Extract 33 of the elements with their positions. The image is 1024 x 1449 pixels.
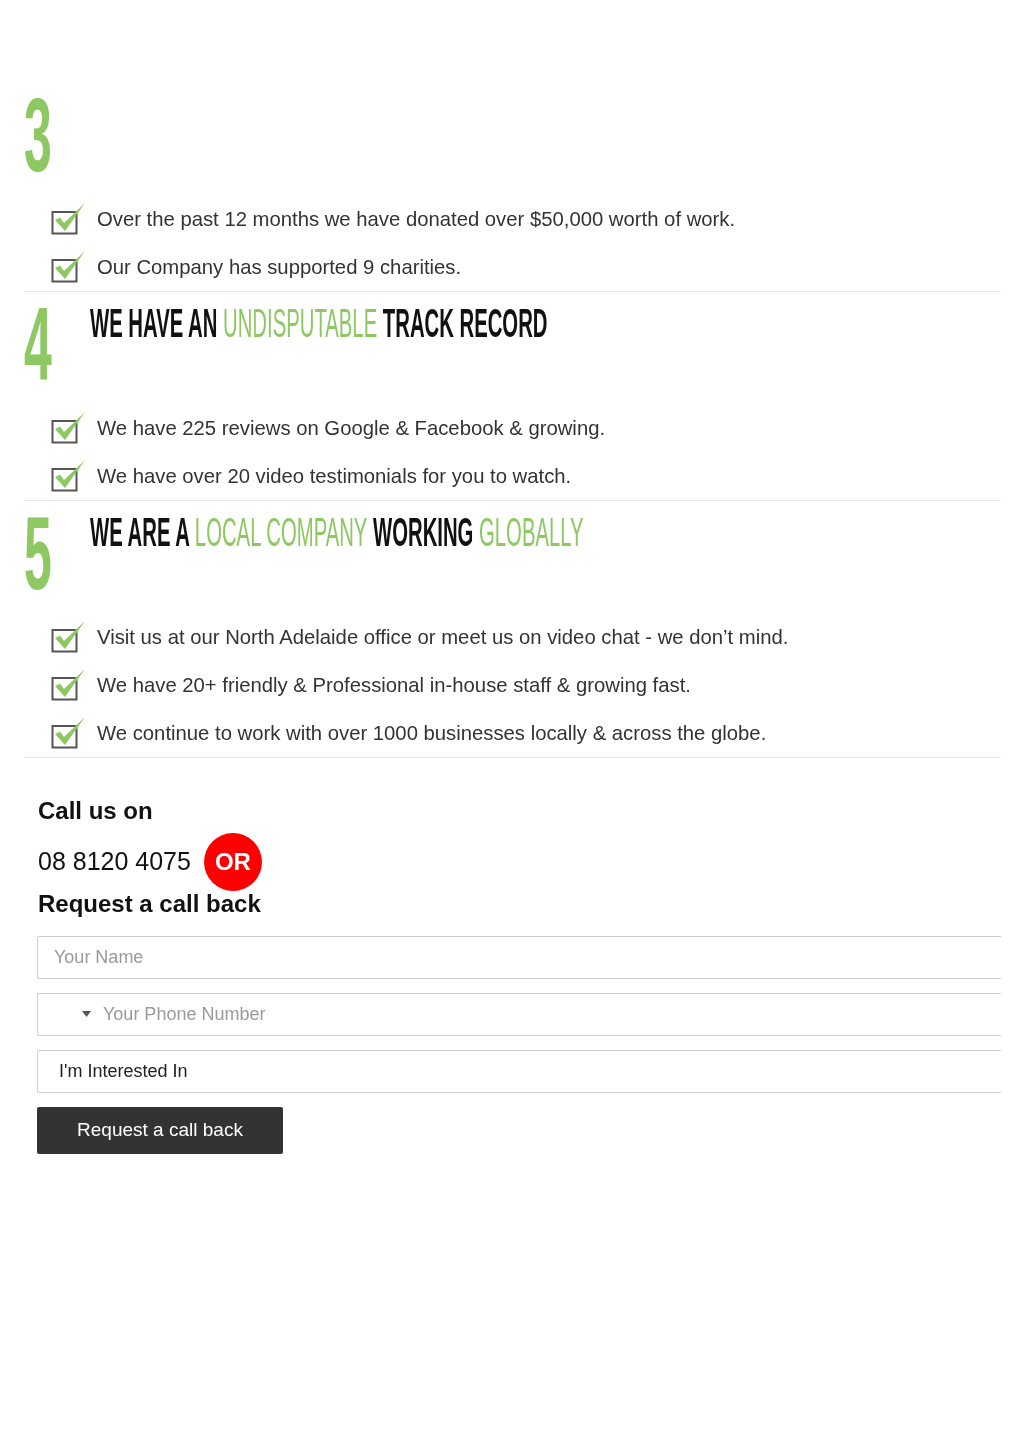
- list-item-text: Our Company has supported 9 charities.: [97, 254, 462, 280]
- list-item-text: We have over 20 video testimonials for you to watch.: [97, 463, 572, 489]
- checkbox-tick-icon: [51, 717, 85, 749]
- checkbox-tick-icon: [51, 251, 85, 283]
- section-number: 5: [24, 501, 52, 605]
- call-us-label: Call us on: [38, 796, 153, 826]
- list-item-text: Visit us at our North Adelaide office or meet us on video chat - we don’t mind.: [97, 624, 789, 650]
- heading-text: WE ARE A: [90, 509, 190, 555]
- heading-text: UNDISPUTABLE: [223, 300, 378, 346]
- checkbox-tick-icon: [51, 412, 85, 444]
- section-number: 4: [24, 292, 52, 396]
- request-callback-title: Request a call back: [38, 889, 261, 919]
- caret-icon[interactable]: [82, 1011, 91, 1017]
- interest-select[interactable]: I'm Interested In: [37, 1050, 1001, 1093]
- heading-text: TRACK RECORD: [382, 300, 548, 346]
- list-item-text: We have 20+ friendly & Professional in-house staff & growing fast.: [97, 672, 691, 698]
- section-number: 3: [24, 83, 52, 187]
- checkbox-tick-icon: [51, 621, 85, 653]
- list-item-text: We continue to work with over 1000 businesses locally & across the globe.: [97, 720, 767, 746]
- heading-text: LOCAL COMPANY: [194, 509, 368, 555]
- request-callback-button[interactable]: Request a call back: [37, 1107, 283, 1154]
- heading-text: WE HAVE AN: [90, 300, 218, 346]
- name-field[interactable]: Your Name: [37, 936, 1001, 979]
- checkbox-tick-icon: [51, 669, 85, 701]
- checkbox-tick-icon: [51, 203, 85, 235]
- phone-field[interactable]: Your Phone Number: [37, 993, 1001, 1036]
- heading-text: WORKING: [373, 509, 474, 555]
- checkbox-tick-icon: [51, 460, 85, 492]
- or-badge: OR: [203, 833, 262, 891]
- list-item-text: We have 225 reviews on Google & Facebook & growing.: [97, 415, 606, 441]
- heading-text: GLOBALLY: [479, 509, 584, 555]
- phone-number: 08 8120 4075: [38, 846, 191, 878]
- list-item-text: Over the past 12 months we have donated over $50,000 worth of work.: [97, 206, 736, 232]
